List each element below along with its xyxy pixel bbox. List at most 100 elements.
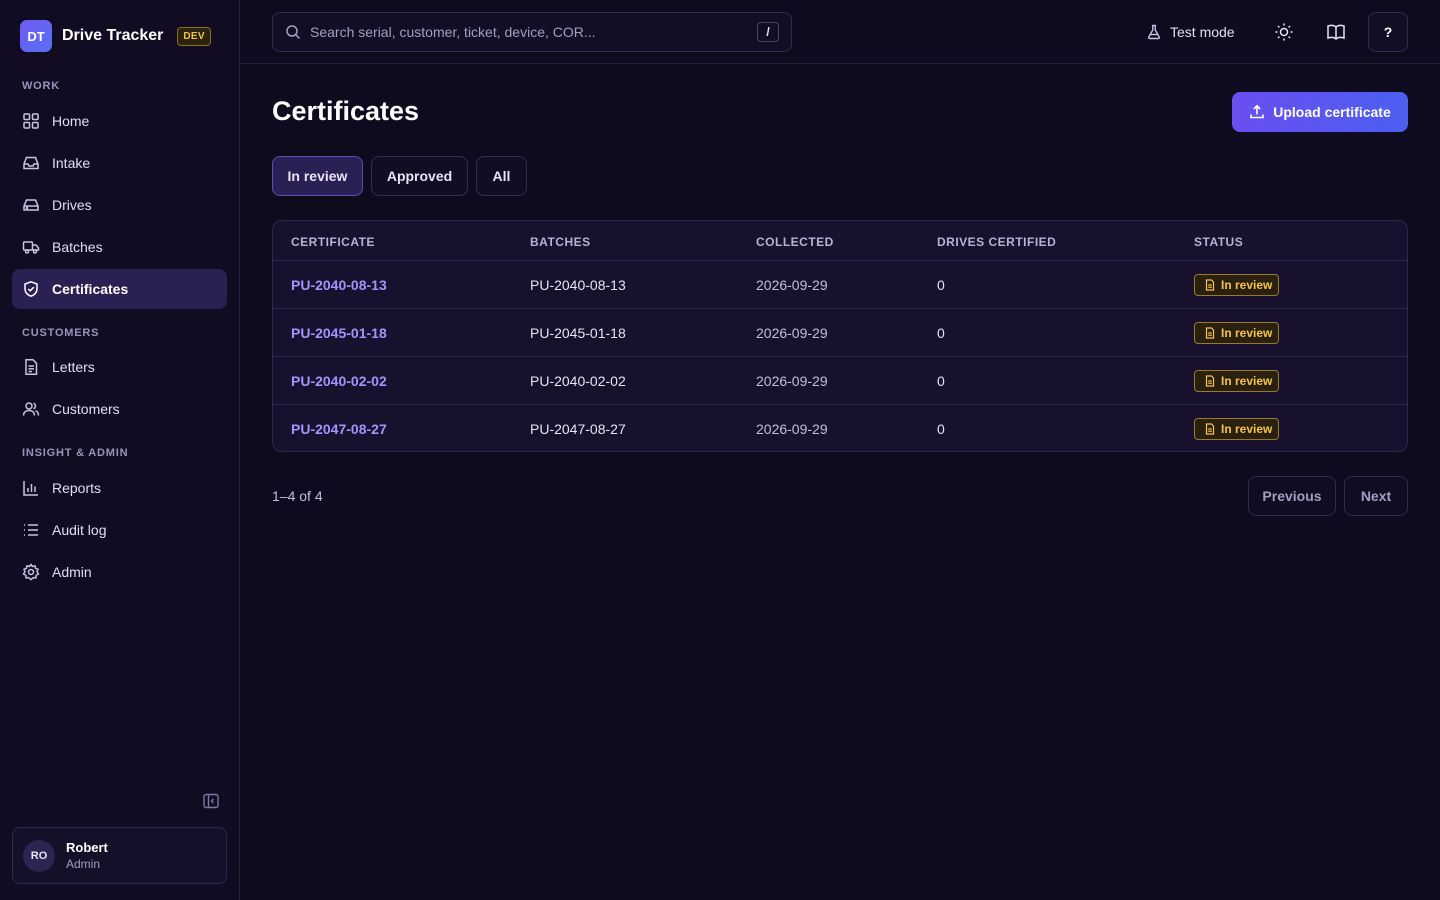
document-icon [1205, 327, 1215, 339]
bar-chart-icon [23, 481, 38, 496]
sidebar-item-letters[interactable]: Letters [12, 347, 227, 387]
collapse-sidebar-icon[interactable] [202, 792, 220, 810]
truck-icon [22, 241, 40, 254]
column-header-batches[interactable]: BATCHES [530, 235, 591, 249]
sidebar-item-label: Customers [52, 401, 120, 417]
status-label: In review [1221, 326, 1273, 340]
search-input[interactable]: Search serial, customer, ticket, device,… [272, 12, 792, 52]
batches-cell: PU-2047-08-27 [530, 421, 626, 437]
sidebar-item-certificates[interactable]: Certificates [12, 269, 227, 309]
section-label-insight-admin: INSIGHT & ADMIN [22, 447, 129, 459]
sidebar-item-drives[interactable]: Drives [12, 185, 227, 225]
upload-label: Upload certificate [1273, 104, 1391, 120]
status-label: In review [1221, 374, 1273, 388]
drives-certified-cell: 0 [937, 277, 945, 293]
table-header: CERTIFICATE BATCHES COLLECTED DRIVES CER… [273, 221, 1407, 261]
sidebar-item-label: Reports [52, 480, 102, 496]
search-icon [286, 25, 301, 40]
pagination-summary: 1–4 of 4 [272, 488, 323, 504]
table-row[interactable]: PU-2047-08-27 PU-2047-08-27 2026-09-29 0… [273, 405, 1407, 451]
batches-cell: PU-2040-08-13 [530, 277, 626, 293]
batches-cell: PU-2040-02-02 [530, 373, 626, 389]
avatar: RO [23, 839, 55, 872]
sidebar-item-intake[interactable]: Intake [12, 143, 227, 183]
flask-icon [1147, 24, 1161, 40]
table-row[interactable]: PU-2045-01-18 PU-2045-01-18 2026-09-29 0… [273, 309, 1407, 357]
certificates-table: CERTIFICATE BATCHES COLLECTED DRIVES CER… [272, 220, 1408, 452]
list-icon [24, 524, 38, 536]
sidebar-item-label: Batches [52, 239, 103, 255]
section-label-customers: CUSTOMERS [22, 327, 100, 339]
grid-icon [23, 113, 39, 129]
sidebar-item-admin[interactable]: Admin [12, 552, 227, 592]
drive-icon [23, 199, 39, 211]
document-icon [25, 359, 38, 375]
collected-cell: 2026-09-29 [756, 421, 828, 437]
sidebar-item-label: Letters [52, 359, 95, 375]
certificate-link[interactable]: PU-2040-08-13 [291, 277, 387, 293]
brand-logo: DT [20, 20, 52, 52]
sidebar-item-customers[interactable]: Customers [12, 389, 227, 429]
drives-certified-cell: 0 [937, 421, 945, 437]
section-label-work: WORK [22, 80, 61, 92]
certificate-link[interactable]: PU-2047-08-27 [291, 421, 387, 437]
user-menu[interactable]: RO Robert Admin [12, 827, 227, 884]
column-header-drives-certified[interactable]: DRIVES CERTIFIED [937, 235, 1056, 249]
status-badge: In review [1194, 322, 1279, 344]
help-button[interactable]: ? [1368, 12, 1408, 52]
brand[interactable]: DT Drive Tracker DEV [20, 20, 211, 52]
column-header-collected[interactable]: COLLECTED [756, 235, 834, 249]
tab-in-review[interactable]: In review [272, 156, 363, 196]
book-icon[interactable] [1326, 22, 1346, 42]
status-badge: In review [1194, 274, 1279, 296]
table-row[interactable]: PU-2040-02-02 PU-2040-02-02 2026-09-29 0… [273, 357, 1407, 405]
sidebar-item-reports[interactable]: Reports [12, 468, 227, 508]
inbox-icon [23, 156, 39, 170]
column-header-certificate[interactable]: CERTIFICATE [291, 235, 375, 249]
collected-cell: 2026-09-29 [756, 325, 828, 341]
tab-approved[interactable]: Approved [371, 156, 468, 196]
topbar: Search serial, customer, ticket, device,… [240, 0, 1440, 64]
column-header-status[interactable]: STATUS [1194, 235, 1243, 249]
sidebar-item-label: Drives [52, 197, 92, 213]
sidebar-item-label: Intake [52, 155, 91, 171]
table-row[interactable]: PU-2040-08-13 PU-2040-08-13 2026-09-29 0… [273, 261, 1407, 309]
sidebar-item-label: Audit log [52, 522, 107, 538]
upload-certificate-button[interactable]: Upload certificate [1232, 92, 1408, 132]
document-icon [1205, 375, 1215, 387]
brand-name: Drive Tracker [62, 27, 164, 44]
user-name: Robert [66, 840, 108, 855]
sidebar-item-audit-log[interactable]: Audit log [12, 510, 227, 550]
users-icon [22, 402, 40, 416]
drives-certified-cell: 0 [937, 373, 945, 389]
document-icon [1205, 423, 1215, 435]
sidebar-item-label: Admin [52, 564, 92, 580]
sun-icon[interactable] [1274, 22, 1294, 42]
sidebar-item-batches[interactable]: Batches [12, 227, 227, 267]
status-label: In review [1221, 278, 1273, 292]
document-icon [1205, 279, 1215, 291]
certificate-link[interactable]: PU-2040-02-02 [291, 373, 387, 389]
user-role: Admin [66, 857, 101, 871]
test-mode-toggle[interactable]: Test mode [1146, 20, 1235, 44]
previous-page-button[interactable]: Previous [1248, 476, 1336, 516]
batches-cell: PU-2045-01-18 [530, 325, 626, 341]
tab-all[interactable]: All [476, 156, 527, 196]
next-page-button[interactable]: Next [1344, 476, 1408, 516]
status-label: In review [1221, 422, 1273, 436]
search-shortcut-key: / [757, 22, 779, 42]
status-badge: In review [1194, 370, 1279, 392]
sidebar-item-label: Certificates [52, 281, 129, 297]
status-badge: In review [1194, 418, 1279, 440]
gear-icon [22, 563, 40, 581]
certificate-link[interactable]: PU-2045-01-18 [291, 325, 387, 341]
sidebar: DT Drive Tracker DEV WORK Home Intake Dr… [0, 0, 240, 900]
collected-cell: 2026-09-29 [756, 373, 828, 389]
test-mode-label: Test mode [1170, 24, 1235, 40]
sidebar-item-home[interactable]: Home [12, 101, 227, 141]
upload-icon [1250, 104, 1265, 119]
collected-cell: 2026-09-29 [756, 277, 828, 293]
search-placeholder: Search serial, customer, ticket, device,… [310, 24, 596, 40]
env-badge: DEV [177, 26, 211, 46]
shield-check-icon [24, 281, 38, 297]
